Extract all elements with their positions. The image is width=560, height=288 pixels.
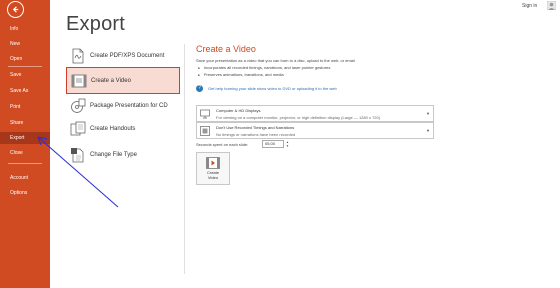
sidebar-item-account[interactable]: Account bbox=[0, 172, 50, 184]
sidebar-divider bbox=[8, 66, 42, 67]
powerpoint-export-screen: Info New Open Save Save As Print Share E… bbox=[0, 0, 560, 288]
panel-title: Create a Video bbox=[196, 44, 256, 54]
dropdown-title: Don't Use Recorded Timings and Narration… bbox=[216, 125, 295, 130]
pdf-document-icon bbox=[72, 48, 84, 63]
sidebar-item-share[interactable]: Share bbox=[0, 117, 50, 129]
sidebar-item-print[interactable]: Print bbox=[0, 101, 50, 113]
timings-dropdown[interactable]: Don't Use Recorded Timings and Narration… bbox=[196, 122, 434, 139]
export-option-pdf-xps[interactable]: Create PDF/XPS Document bbox=[66, 42, 180, 69]
spin-down-icon[interactable]: ▼ bbox=[285, 144, 290, 148]
video-icon bbox=[71, 74, 87, 87]
feature-bullet: Incorporates all recorded timings, narra… bbox=[198, 65, 331, 70]
export-option-create-video[interactable]: Create a Video bbox=[66, 67, 180, 94]
handouts-icon bbox=[70, 121, 86, 135]
sidebar-item-save[interactable]: Save bbox=[0, 69, 50, 81]
sidebar-item-close[interactable]: Close bbox=[0, 147, 50, 159]
dropdown-title: Computer & HD Displays bbox=[216, 108, 261, 113]
create-video-icon bbox=[206, 157, 220, 169]
help-row[interactable]: ? Get help burning your slide show video… bbox=[196, 85, 337, 92]
user-icon[interactable] bbox=[547, 1, 556, 10]
sidebar-item-options[interactable]: Options bbox=[0, 187, 50, 199]
create-video-label: Create Video bbox=[206, 170, 219, 180]
video-quality-dropdown[interactable]: Computer & HD Displays For viewing on a … bbox=[196, 105, 434, 122]
export-option-label: Create Handouts bbox=[90, 125, 136, 132]
panel-divider bbox=[184, 44, 185, 274]
export-option-label: Package Presentation for CD bbox=[90, 102, 168, 109]
package-cd-icon bbox=[71, 98, 86, 113]
sidebar-item-export[interactable]: Export bbox=[0, 132, 50, 144]
sidebar-item-info[interactable]: Info bbox=[0, 23, 50, 35]
help-question-icon: ? bbox=[196, 85, 203, 92]
seconds-per-slide-label: Seconds spent on each slide: bbox=[196, 142, 249, 147]
sidebar-item-new[interactable]: New bbox=[0, 38, 50, 50]
export-option-create-handouts[interactable]: Create Handouts bbox=[66, 115, 180, 142]
sidebar-divider bbox=[8, 163, 42, 164]
chevron-down-icon: ▼ bbox=[426, 111, 430, 116]
feature-bullet: Preserves animations, transitions, and m… bbox=[198, 72, 284, 77]
back-arrow-icon bbox=[12, 6, 19, 13]
help-link[interactable]: Get help burning your slide show video t… bbox=[208, 86, 337, 91]
dropdown-subtitle: No timings or narrations have been recor… bbox=[216, 132, 296, 137]
panel-description: Save your presentation as a video that y… bbox=[196, 58, 355, 63]
seconds-per-slide-input[interactable]: 05,00 bbox=[262, 140, 284, 148]
export-option-label: Create PDF/XPS Document bbox=[90, 52, 165, 59]
page-title: Export bbox=[66, 13, 126, 35]
seconds-spinner[interactable]: ▲ ▼ bbox=[285, 140, 290, 148]
chevron-down-icon: ▼ bbox=[426, 128, 430, 133]
sidebar-item-open[interactable]: Open bbox=[0, 53, 50, 65]
file-type-icon bbox=[71, 147, 84, 162]
sidebar-item-save-as[interactable]: Save As bbox=[0, 85, 50, 97]
create-video-button[interactable]: Create Video bbox=[196, 152, 230, 185]
export-option-label: Change File Type bbox=[90, 151, 137, 158]
narration-icon bbox=[200, 126, 210, 136]
back-button[interactable] bbox=[7, 1, 24, 18]
backstage-sidebar: Info New Open Save Save As Print Share E… bbox=[0, 0, 50, 288]
export-option-label: Create a Video bbox=[91, 77, 131, 84]
sign-in-link[interactable]: Sign in bbox=[522, 3, 537, 9]
dropdown-subtitle: For viewing on a computer monitor, proje… bbox=[216, 115, 381, 120]
export-option-change-file-type[interactable]: Change File Type bbox=[66, 141, 180, 168]
monitor-icon bbox=[200, 109, 210, 119]
